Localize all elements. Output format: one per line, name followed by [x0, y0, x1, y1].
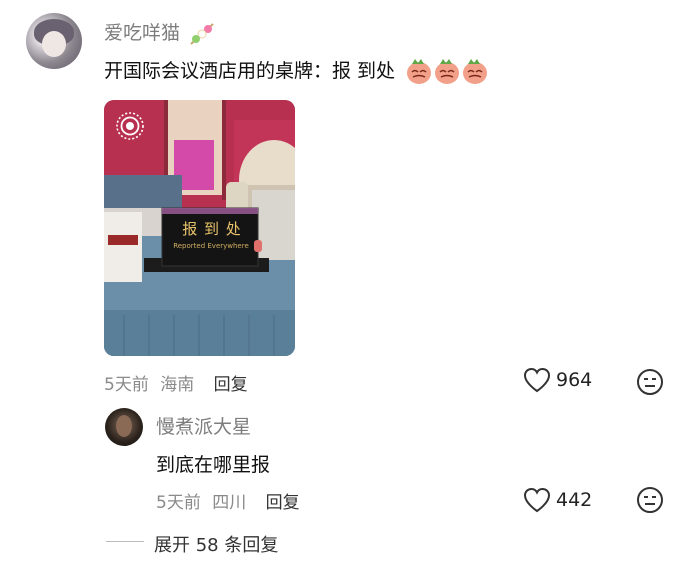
user-avatar[interactable]: [26, 13, 82, 69]
heart-icon: [523, 487, 551, 513]
photo-sign-title: 报 到 处: [182, 220, 242, 238]
comment-text: 开国际会议酒店用的桌牌：报 到处: [104, 60, 396, 82]
comment-photo[interactable]: 报 到 处 Reported Everywhere: [104, 100, 295, 356]
like-count: 964: [556, 369, 593, 391]
expand-replies-button[interactable]: 展开 58 条回复: [154, 531, 278, 557]
avatar-face: [42, 31, 66, 57]
reply-text: 到底在哪里报: [156, 454, 271, 476]
heart-icon: [523, 367, 551, 393]
reply-username[interactable]: 慢煮派大星: [156, 412, 251, 439]
like-button[interactable]: 964: [522, 366, 592, 394]
comment-text-row: 开国际会议酒店用的桌牌：报 到处: [104, 56, 489, 86]
candy-skewer-icon: [190, 22, 214, 45]
live-photo-icon[interactable]: [115, 111, 145, 141]
reply-dislike-face-icon[interactable]: [636, 486, 664, 514]
tearful-emoji-icon: [407, 58, 488, 84]
dislike-face-icon[interactable]: [636, 368, 664, 396]
reply-avatar[interactable]: [105, 408, 143, 446]
reply-location: 四川: [212, 493, 247, 513]
reply-time: 5天前: [156, 493, 201, 513]
expand-divider: [106, 541, 144, 542]
comment-location: 海南: [160, 375, 195, 395]
reply-meta: 5天前 四川 回复: [156, 488, 300, 513]
photo-sign-subtitle: Reported Everywhere: [173, 242, 249, 250]
comment-meta: 5天前 海南 回复: [104, 370, 248, 395]
reply-avatar-face: [116, 415, 132, 437]
reply-like-count: 442: [556, 489, 593, 511]
comment-username-row: 爱吃咩猫: [104, 18, 216, 46]
reply-like-button[interactable]: 442: [522, 486, 592, 514]
reply-reply-button[interactable]: 回复: [266, 493, 300, 513]
comment-time: 5天前: [104, 375, 149, 395]
reply-button[interactable]: 回复: [214, 375, 248, 395]
comment-username[interactable]: 爱吃咩猫: [104, 22, 180, 44]
